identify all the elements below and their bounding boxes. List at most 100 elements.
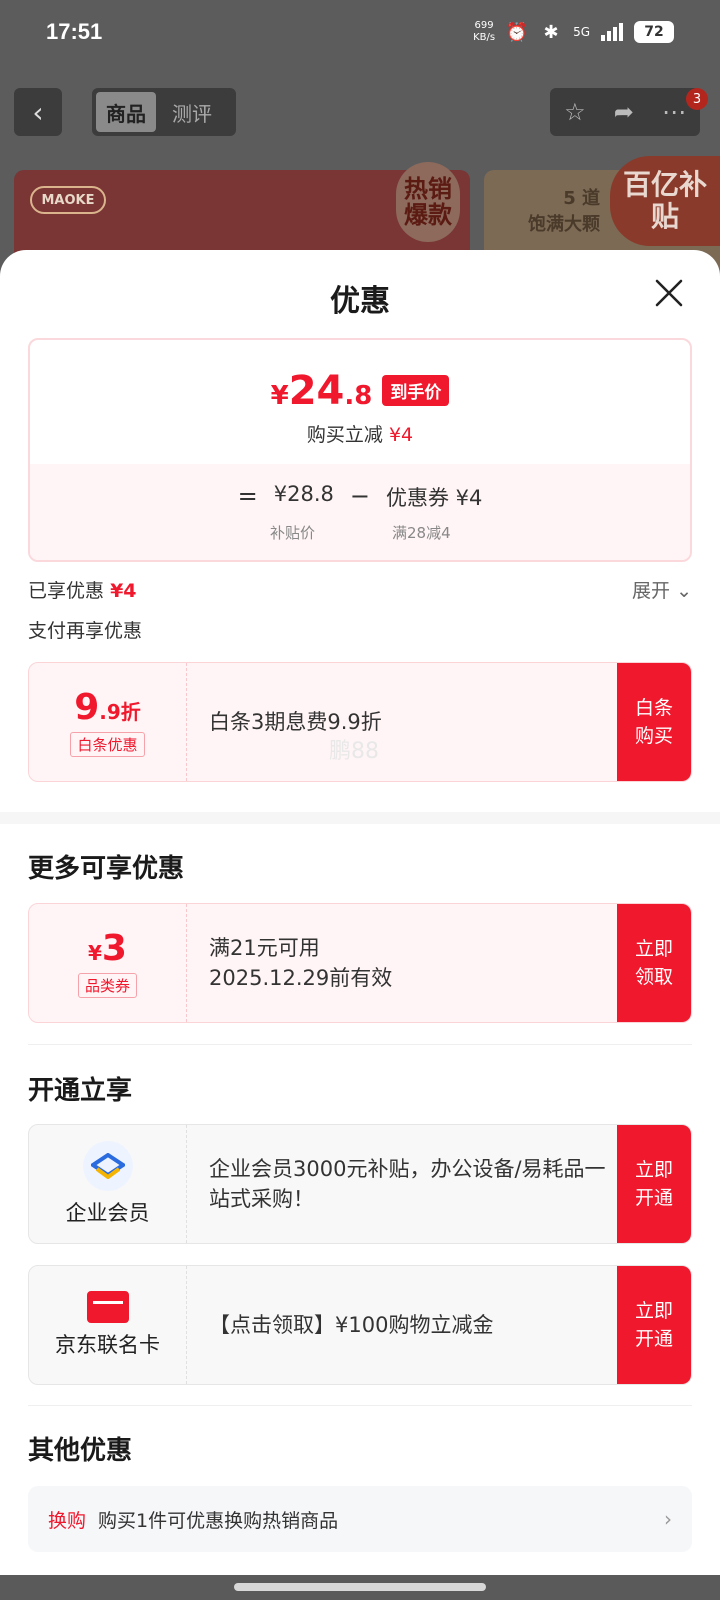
- price-formula: = ¥28.8 − 优惠券 ¥4 补贴价 满28减4: [30, 464, 690, 560]
- enterprise-member-description: 企业会员3000元补贴，办公设备/易耗品一站式采购！: [209, 1125, 613, 1243]
- net-speed-value: 699: [474, 20, 494, 31]
- battery-indicator: 72: [634, 21, 674, 43]
- enjoyed-value: ¥4: [110, 580, 137, 602]
- jd-card-offer: 京东联名卡 【点击领取】¥100购物立减金 立即开通: [28, 1265, 692, 1385]
- other-discounts-title: 其他优惠: [28, 1436, 133, 1466]
- category-coupon-expiry: 2025.12.29前有效: [209, 966, 393, 990]
- watermark: 鹏88: [329, 739, 379, 764]
- open-membership-title: 开通立享: [28, 1076, 133, 1106]
- favorite-star-icon[interactable]: ☆: [564, 98, 586, 126]
- back-button[interactable]: ‹: [14, 88, 62, 136]
- status-time: 17:51: [46, 19, 103, 44]
- tab-product[interactable]: 商品: [96, 92, 156, 132]
- final-price: ¥ 24 .8 到手价: [30, 368, 690, 414]
- close-button[interactable]: [644, 268, 694, 318]
- formula-base-price: ¥28.8: [273, 482, 334, 506]
- trade-in-offer[interactable]: 换购 购买1件可优惠换购热销商品 ›: [28, 1486, 692, 1552]
- status-bar: 17:51 699 KB/s ⏰ ✱ 5G 72: [46, 14, 674, 50]
- baitiao-rate: 9.9折: [74, 687, 141, 728]
- pay-discount-title: 支付再享优惠: [28, 620, 143, 642]
- price-integer: 24: [288, 368, 345, 414]
- enterprise-member-label: 企业会员: [65, 1201, 150, 1225]
- notification-badge: 3: [686, 88, 708, 110]
- jd-card-description: 【点击领取】¥100购物立减金: [209, 1266, 613, 1384]
- category-coupon: ¥3 品类券 满21元可用 2025.12.29前有效 立即领取: [28, 903, 692, 1023]
- brand-logo: MAOKE: [30, 186, 106, 214]
- formula-coupon-label: 满28减4: [392, 524, 451, 542]
- home-gesture-handle[interactable]: [234, 1583, 486, 1591]
- tab-review[interactable]: 测评: [162, 92, 222, 132]
- category-coupon-tag: 品类券: [77, 973, 137, 998]
- banner-secondary-line2: 饱满大颗: [528, 214, 600, 235]
- final-price-top: ¥ 24 .8 到手价 购买立减 ¥4: [30, 340, 690, 464]
- category-coupon-condition: 满21元可用: [209, 936, 320, 960]
- enjoyed-label: 已享优惠: [28, 580, 105, 602]
- instant-discount-value: ¥4: [388, 424, 414, 446]
- header-tabs: 商品 测评: [92, 88, 236, 136]
- baitiao-discount: 9.9折 白条优惠: [29, 663, 187, 781]
- formula-minus: −: [349, 482, 370, 510]
- chevron-right-icon: ›: [664, 1507, 672, 1531]
- bluetooth-icon: ✱: [543, 21, 559, 43]
- signal-icon: [600, 20, 624, 44]
- formula-base-label: 补贴价: [270, 524, 316, 542]
- more-icon[interactable]: ⋯: [662, 98, 686, 126]
- enterprise-member-desc-text: 企业会员3000元补贴，办公设备/易耗品一站式采购！: [209, 1157, 606, 1211]
- price-decimal: .8: [344, 381, 373, 411]
- more-discounts-title: 更多可享优惠: [28, 854, 185, 884]
- header-actions: ☆ ➦ ⋯: [550, 88, 700, 136]
- category-coupon-amount: ¥3 品类券: [29, 904, 187, 1022]
- baitiao-rate-big: 9: [74, 687, 100, 728]
- back-icon: ‹: [32, 95, 44, 129]
- baitiao-description: 白条3期息费9.9折: [209, 663, 613, 781]
- divider: [28, 1044, 692, 1045]
- jd-card-open-button[interactable]: 立即开通: [617, 1266, 691, 1384]
- alarm-icon: ⏰: [505, 21, 529, 43]
- jd-card-label: 京东联名卡: [55, 1333, 160, 1357]
- enjoyed-discount: 已享优惠 ¥4: [28, 576, 137, 603]
- category-coupon-details: 满21元可用 2025.12.29前有效: [209, 904, 613, 1022]
- banner-secondary-line1: 5 道: [563, 188, 600, 209]
- enterprise-open-button[interactable]: 立即开通: [617, 1125, 691, 1243]
- formula-equals: =: [237, 482, 258, 510]
- status-icons: 699 KB/s ⏰ ✱ 5G 72: [473, 20, 674, 44]
- baitiao-offer: 9.9折 白条优惠 白条3期息费9.9折 鹏88 白条购买: [28, 662, 692, 782]
- trade-in-text: 购买1件可优惠换购热销商品: [98, 1509, 339, 1532]
- claim-coupon-button[interactable]: 立即领取: [617, 904, 691, 1022]
- jd-card-desc-text: 【点击领取】¥100购物立减金: [209, 1313, 494, 1337]
- price-yen: ¥: [270, 381, 289, 411]
- baitiao-buy-button[interactable]: 白条购买: [617, 663, 691, 781]
- hot-sale-badge: 热销爆款: [396, 162, 460, 242]
- baitiao-buy-label: 白条购买: [634, 697, 673, 747]
- baitiao-desc-text: 白条3期息费9.9折: [209, 710, 382, 734]
- claim-coupon-label: 立即领取: [634, 938, 673, 988]
- section-divider: [0, 812, 720, 824]
- enterprise-member-icon: [82, 1141, 133, 1191]
- formula-line: = ¥28.8 − 优惠券 ¥4: [30, 482, 690, 512]
- trade-in-tag: 换购: [48, 1509, 87, 1532]
- final-price-tag: 到手价: [382, 375, 450, 406]
- category-coupon-value: ¥3: [88, 928, 127, 969]
- final-price-card: ¥ 24 .8 到手价 购买立减 ¥4 = ¥28.8 − 优惠券 ¥4 补贴价…: [28, 338, 692, 562]
- baitiao-rate-small: .9折: [99, 700, 141, 724]
- expand-button[interactable]: 展开 ⌄: [632, 576, 692, 603]
- net-speed-unit: KB/s: [473, 32, 496, 43]
- close-icon: [655, 279, 683, 307]
- credit-card-icon: [86, 1291, 129, 1323]
- category-coupon-yen: ¥: [88, 941, 102, 965]
- category-coupon-number: 3: [101, 928, 127, 969]
- banner-secondary-text: 5 道 饱满大颗: [528, 186, 600, 238]
- jd-card-brand: 京东联名卡: [29, 1266, 187, 1384]
- enterprise-open-label: 立即开通: [634, 1159, 673, 1209]
- share-icon[interactable]: ➦: [614, 98, 634, 126]
- enterprise-member-offer: 企业会员 企业会员3000元补贴，办公设备/易耗品一站式采购！ 立即开通: [28, 1124, 692, 1244]
- net-speed: 699 KB/s: [473, 20, 495, 44]
- signal-label: 5G: [573, 25, 590, 39]
- discount-sheet: 优惠 ¥ 24 .8 到手价 购买立减 ¥4 = ¥28.8 − 优惠券 ¥4: [0, 250, 720, 1575]
- instant-discount-label: 购买立减: [306, 424, 383, 446]
- divider: [28, 1405, 692, 1406]
- instant-discount: 购买立减 ¥4: [30, 420, 690, 447]
- subsidy-badge: 百亿补贴: [610, 156, 720, 246]
- enterprise-member-brand: 企业会员: [29, 1125, 187, 1243]
- baitiao-tag: 白条优惠: [70, 732, 145, 757]
